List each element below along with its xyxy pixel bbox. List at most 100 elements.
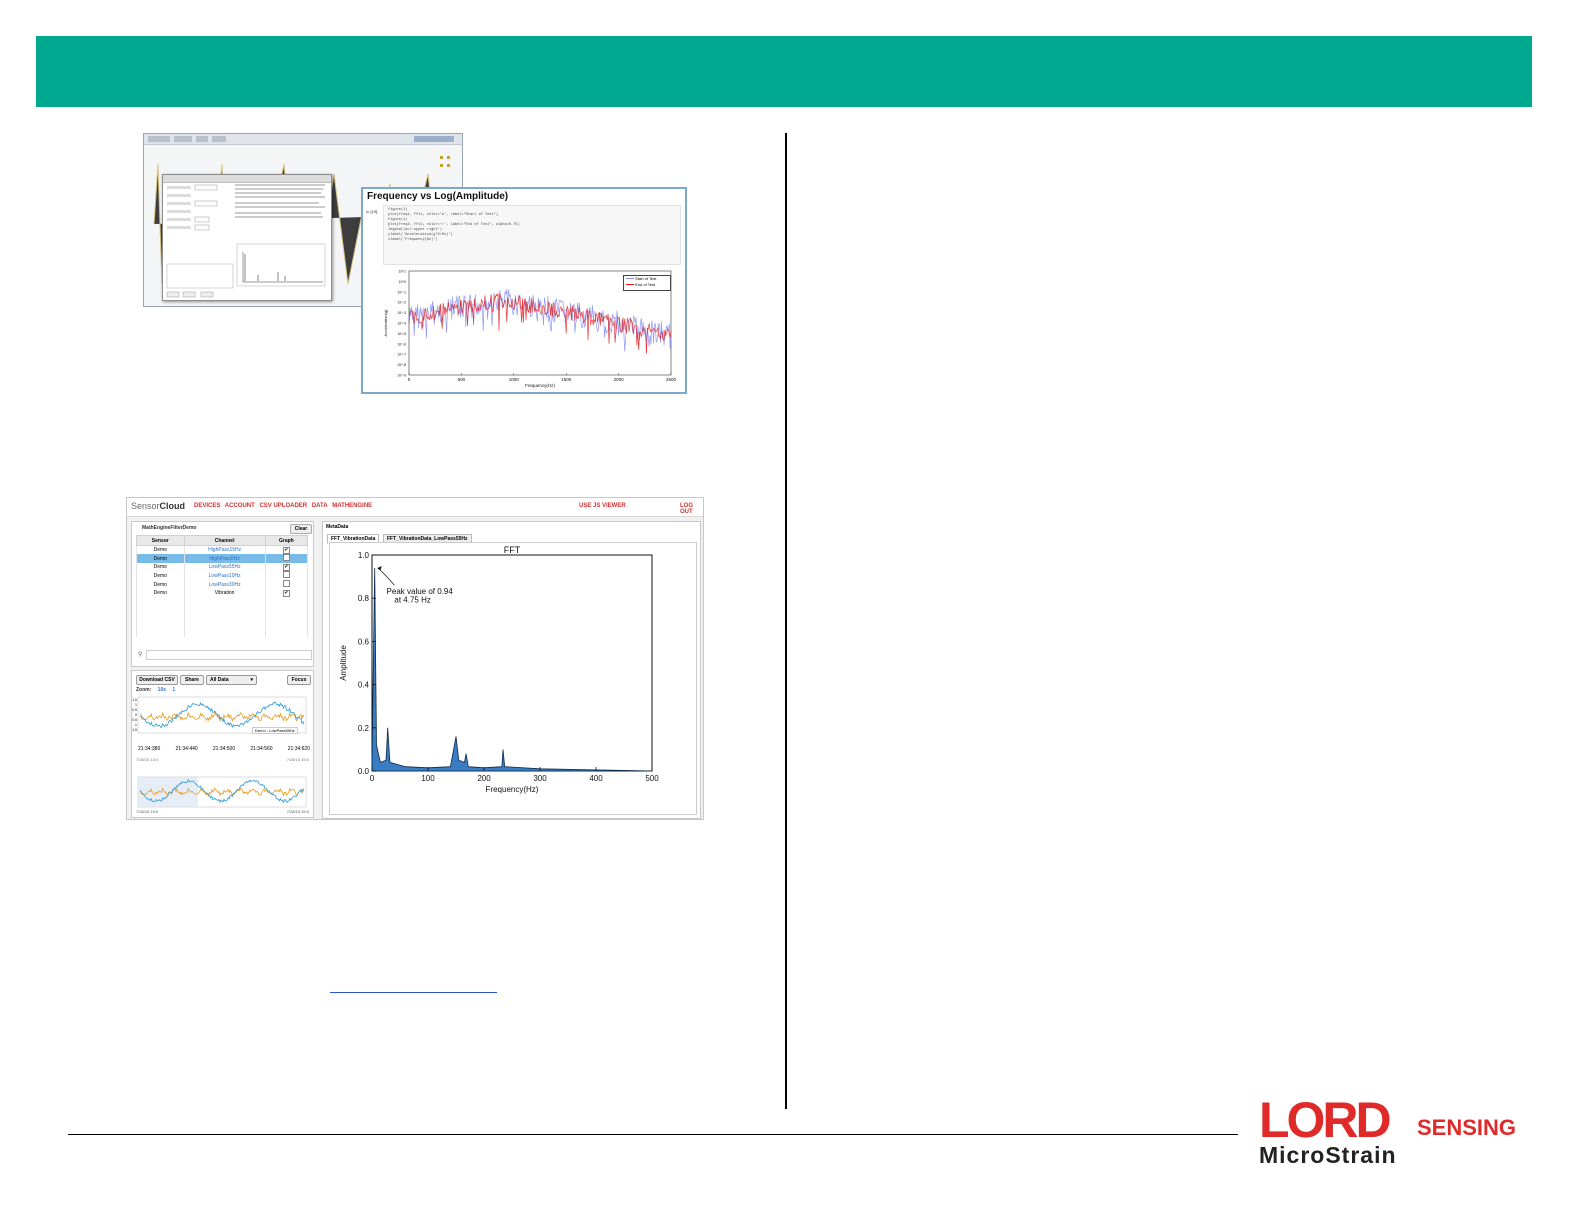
timeline-start: 7/28/15 15:0 bbox=[136, 757, 159, 762]
code-line: xlabel('Frequency(Hz)') bbox=[388, 238, 438, 242]
y-tick-label: 1.5 bbox=[132, 698, 137, 702]
search-input[interactable] bbox=[146, 650, 312, 660]
zoom-option[interactable]: 1 bbox=[172, 687, 175, 693]
app-topbar: SensorCloud DEVICES ACCOUNT CSV UPLOADER… bbox=[127, 498, 703, 517]
table-row[interactable]: Demo LowPass55Hz ✔ bbox=[136, 563, 309, 571]
y-tick-label: 0.8 bbox=[358, 594, 370, 603]
table-row[interactable]: Demo Vibration ✔ bbox=[136, 589, 309, 597]
channel-table: Sensor Channel Graph Demo HighPass15Hz ✔ D… bbox=[136, 535, 309, 637]
chart-legend: Start of Test End of Test bbox=[623, 275, 671, 291]
use-js-viewer-link[interactable]: USE JS VIEWER bbox=[579, 503, 626, 509]
table-row[interactable]: Demo HighPass5Hz bbox=[136, 554, 309, 563]
code-prompt: In [15]: bbox=[366, 209, 379, 214]
x-tick-label: 200 bbox=[477, 774, 491, 783]
fft-chart-frame: 0 100 200 300 400 500 0.0 0.2 0.4 0.6 0.8 1.0 FFT Fre… bbox=[329, 542, 697, 815]
x-tick-label: 1500 bbox=[561, 377, 572, 382]
x-tick-label: 500 bbox=[645, 774, 659, 783]
table-row[interactable]: Demo LowPass10Hz bbox=[136, 571, 309, 580]
x-tick-label: 100 bbox=[421, 774, 435, 783]
table-row[interactable]: Demo LowPass30Hz bbox=[136, 580, 309, 589]
x-tick-label: 0 bbox=[370, 774, 375, 783]
footer-rule bbox=[68, 1134, 1238, 1135]
y-axis-label: Amplitude bbox=[339, 645, 348, 681]
time-label: 21:34:440 bbox=[175, 746, 198, 752]
chevron-down-icon: ▾ bbox=[250, 677, 253, 683]
col-graph: Graph bbox=[264, 535, 309, 546]
x-tick-label: 300 bbox=[533, 774, 547, 783]
nav-devices[interactable]: DEVICES bbox=[194, 503, 220, 509]
metadata-title: MetaData bbox=[326, 524, 349, 530]
series-legend: Demo - LowPass55Hz bbox=[252, 727, 298, 734]
col-channel: Channel bbox=[183, 535, 266, 546]
annotation-line2: at 4.75 Hz bbox=[394, 596, 430, 605]
y-tick-label: 0.6 bbox=[358, 637, 370, 646]
navigator-start: 7/28/15 15:0 bbox=[136, 809, 159, 814]
code-cell: figure(1) plot(freq1, fft1, color='b', la… bbox=[383, 205, 681, 265]
table-row[interactable]: Demo HighPass15Hz ✔ bbox=[136, 545, 309, 554]
metadata-panel: MetaData FFT_VibrationData FFT_Vibration… bbox=[322, 521, 701, 819]
clear-button[interactable]: Clear bbox=[290, 524, 312, 534]
logo-sensing: SENSING bbox=[1417, 1115, 1517, 1140]
x-axis-label: Frequency(Hz) bbox=[525, 383, 555, 388]
x-tick-label: 2000 bbox=[614, 377, 625, 382]
fft-chart: 0 100 200 300 400 500 0.0 0.2 0.4 0.6 0.8 1.0 FFT Fre… bbox=[339, 545, 659, 794]
channel-panel: MathEngineFilterDemo Clear Sensor Channe… bbox=[131, 521, 314, 667]
nav-account[interactable]: ACCOUNT bbox=[225, 503, 255, 509]
focus-button[interactable]: Focus bbox=[287, 675, 311, 685]
y-tick-label: 1.0 bbox=[358, 551, 370, 560]
data-range-select[interactable]: All Data ▾ bbox=[206, 675, 257, 685]
x-tick-label: 2500 bbox=[666, 377, 677, 382]
zoom-controls: Zoom: 10s 1 bbox=[136, 687, 176, 693]
graph-checkbox[interactable] bbox=[282, 580, 290, 587]
figure-frequency-log-amplitude: Frequency vs Log(Amplitude) In [15]: fig… bbox=[143, 133, 688, 394]
hyperlink-underline[interactable] bbox=[330, 992, 497, 993]
annotation-line1: Peak value of 0.94 bbox=[387, 587, 454, 596]
panel-title: MathEngineFilterDemo bbox=[142, 525, 197, 531]
plot-title: Frequency vs Log(Amplitude) bbox=[367, 191, 509, 202]
y-tick-label: 0.5 bbox=[132, 708, 137, 712]
app-nav: DEVICES ACCOUNT CSV UPLOADER DATA MATHEN… bbox=[194, 503, 375, 509]
y-tick-label: -1.5 bbox=[132, 728, 137, 732]
y-tick-label: 0 bbox=[135, 713, 137, 717]
column-divider bbox=[785, 133, 787, 1109]
y-tick-label: 0.2 bbox=[358, 724, 370, 733]
nav-mathengine[interactable]: MATHENGINE bbox=[332, 503, 372, 509]
x-tick-label: 500 bbox=[458, 377, 466, 382]
col-sensor: Sensor bbox=[136, 535, 185, 546]
x-tick-label: 0 bbox=[408, 377, 411, 382]
zoom-option[interactable]: 10s bbox=[158, 687, 166, 693]
graph-checkbox[interactable]: ✔ bbox=[282, 546, 290, 554]
mathengine-dialog bbox=[162, 174, 332, 301]
search-icon: ⚲ bbox=[138, 652, 143, 658]
x-axis-label: Frequency(Hz) bbox=[486, 785, 539, 794]
y-tick-label: 0.0 bbox=[358, 767, 370, 776]
app-logo: SensorCloud bbox=[131, 501, 186, 511]
graph-checkbox[interactable]: ✔ bbox=[282, 563, 290, 571]
x-tick-label: 1000 bbox=[509, 377, 520, 382]
y-tick-label: 10^1 bbox=[399, 270, 407, 274]
y-axis-label: Acceleration(g) bbox=[383, 309, 388, 337]
y-tick-label: 10^-1 bbox=[397, 290, 406, 294]
download-csv-button[interactable]: Download CSV bbox=[136, 675, 178, 685]
graph-checkbox[interactable] bbox=[282, 554, 290, 561]
time-label: 21:34:560 bbox=[250, 746, 273, 752]
graph-checkbox[interactable] bbox=[282, 571, 290, 578]
navigator-selection bbox=[138, 777, 198, 807]
y-tick-label: 10^-6 bbox=[397, 342, 406, 346]
y-tick-label: 1 bbox=[135, 703, 137, 707]
navigator-end: 7/28/15 15:0 bbox=[286, 809, 309, 814]
y-tick-label: -1 bbox=[134, 723, 137, 727]
nav-data[interactable]: DATA bbox=[312, 503, 328, 509]
y-tick-label: 10^-4 bbox=[397, 322, 406, 326]
nav-csv-uploader[interactable]: CSV UPLOADER bbox=[259, 503, 307, 509]
x-tick-label: 400 bbox=[589, 774, 603, 783]
graph-checkbox[interactable]: ✔ bbox=[282, 589, 290, 597]
figure-sensorcloud-fft: SensorCloud DEVICES ACCOUNT CSV UPLOADER… bbox=[126, 497, 704, 820]
y-tick-label: -0.5 bbox=[132, 718, 137, 722]
share-button[interactable]: Share bbox=[180, 675, 204, 685]
timeseries-chart: 1.510.50-0.5-1-1.5 bbox=[132, 696, 307, 808]
y-tick-label: 10^-8 bbox=[397, 363, 406, 367]
time-label: 21:34:500 bbox=[212, 746, 236, 752]
logout-link[interactable]: LOG OUT bbox=[680, 503, 703, 515]
fft-title: FFT bbox=[504, 545, 521, 555]
